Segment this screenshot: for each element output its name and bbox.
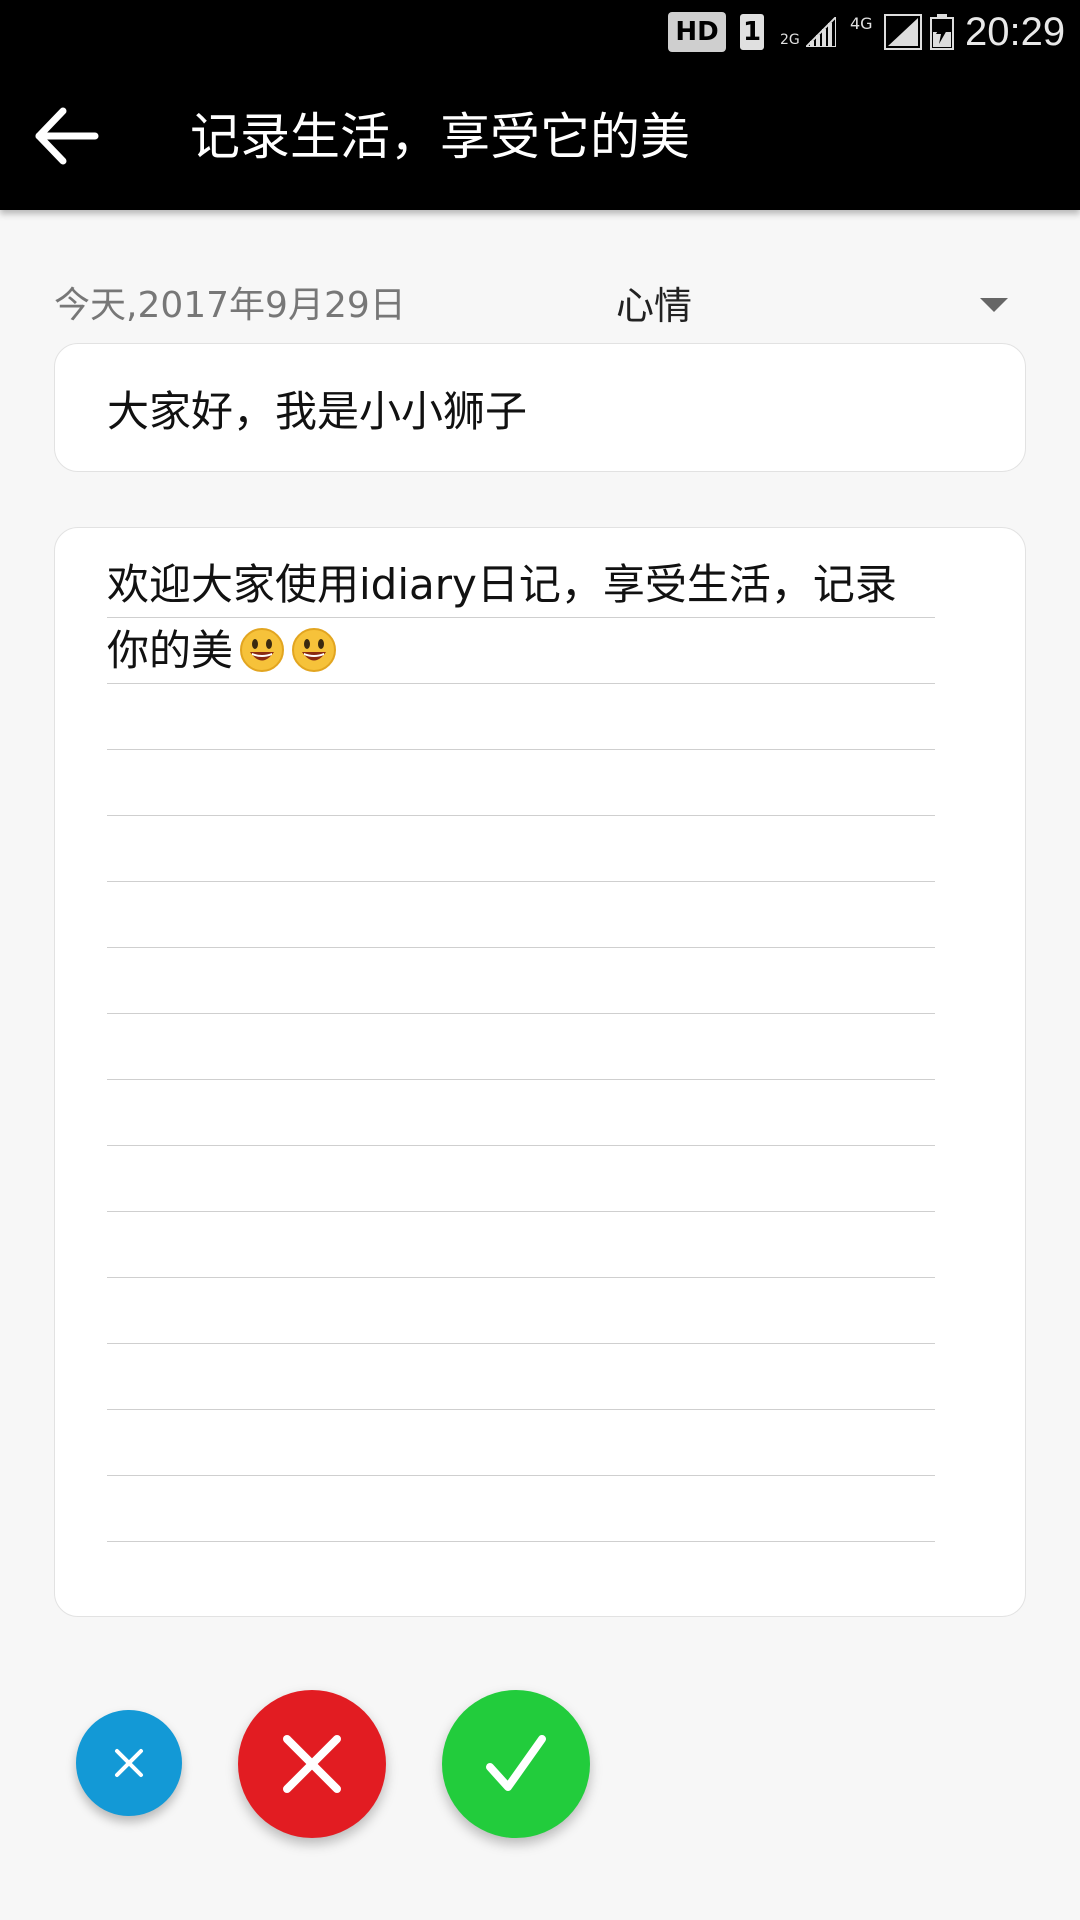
content-text: 欢迎大家使用idiary日记，享受生活，记录你的美 (107, 560, 897, 675)
mood-label: 心情 (616, 284, 693, 328)
status-bar: HD 1 2G 4G 20:29 (0, 0, 1080, 64)
entry-date: 今天,2017年9月29日 (54, 285, 406, 326)
close-icon (115, 1749, 143, 1777)
clear-button[interactable] (76, 1710, 182, 1816)
signal-full-icon (884, 0, 922, 64)
cancel-button[interactable] (238, 1690, 386, 1838)
back-button[interactable] (24, 94, 108, 178)
content-card: 欢迎大家使用idiary日记，享受生活，记录你的美 (54, 527, 1026, 1617)
hd-badge: HD (668, 12, 726, 52)
title-input[interactable] (107, 344, 987, 473)
mood-dropdown[interactable]: 心情 (562, 276, 1032, 336)
signal-icon (806, 0, 836, 64)
arrow-left-icon (35, 107, 99, 165)
chevron-down-icon (980, 298, 1008, 312)
page-title: 记录生活，享受它的美 (190, 108, 690, 166)
close-icon (283, 1735, 341, 1793)
network-4g-label: 4G (850, 14, 873, 33)
sim-badge: 1 (740, 14, 764, 50)
grinning-face-icon (240, 628, 285, 672)
confirm-button[interactable] (442, 1690, 590, 1838)
content-textarea[interactable]: 欢迎大家使用idiary日记，享受生活，记录你的美 (107, 552, 935, 1566)
status-time: 20:29 (965, 9, 1066, 54)
battery-charging-icon (930, 0, 954, 64)
check-icon (486, 1735, 546, 1791)
grinning-face-icon (292, 628, 337, 672)
network-2g-label: 2G (780, 32, 800, 48)
app-bar: 记录生活，享受它的美 (0, 64, 1080, 210)
title-card (54, 343, 1026, 473)
entry-meta-row: 今天,2017年9月29日 心情 (54, 276, 1026, 336)
